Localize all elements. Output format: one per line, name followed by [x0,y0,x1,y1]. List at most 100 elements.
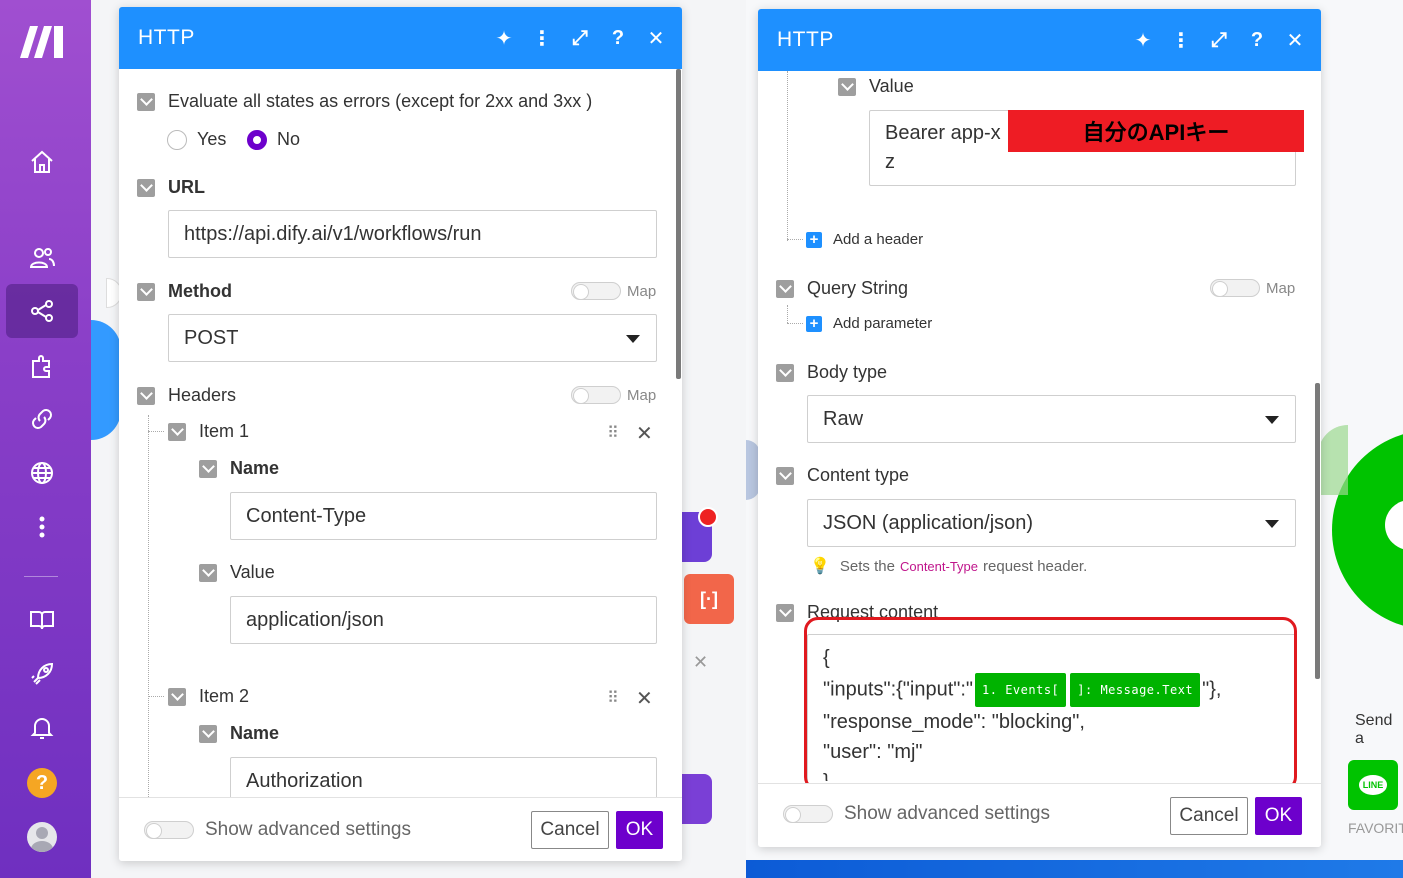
more-options-icon[interactable]: ⋮ [532,26,552,51]
favorite-label: FAVORIT [1348,820,1403,836]
headers-field-label[interactable]: Headers [137,385,236,406]
scenarios-icon[interactable] [26,295,58,327]
radio-yes[interactable]: Yes [167,129,226,150]
docs-book-icon[interactable] [26,604,58,636]
scrollbar[interactable] [676,69,681,379]
rocket-icon[interactable] [26,658,58,690]
tree-line [787,305,788,323]
hint-prefix: Sets the [839,557,895,575]
expand-icon[interactable]: ⤢ [570,27,590,50]
body-type-field-label[interactable]: Body type [776,362,887,383]
make-logo-icon[interactable] [20,24,66,60]
collapse-checkbox[interactable] [137,92,155,111]
radio-yes-button[interactable] [167,129,187,150]
collapse-checkbox[interactable] [137,386,155,405]
line-app-icon[interactable]: LINE [1348,760,1398,810]
ok-button[interactable]: OK [616,811,663,849]
advanced-settings-toggle[interactable]: Show advanced settings [144,819,411,841]
collapse-checkbox[interactable] [137,178,155,197]
help-question-icon[interactable]: ? [608,27,628,50]
map-switch[interactable] [571,386,621,404]
collapse-checkbox[interactable] [199,563,217,582]
content-type-select[interactable]: JSON (application/json) [807,499,1296,547]
item-1-name-input[interactable]: Content-Type [230,492,657,540]
header-item-1[interactable]: Item 1 [168,421,249,442]
name-label: Name [230,723,280,743]
url-field-label[interactable]: URL [137,177,205,198]
ai-sparkle-icon[interactable]: ✦ [1133,28,1153,53]
collapse-checkbox[interactable] [199,459,217,478]
connections-link-icon[interactable] [26,403,58,435]
headers-map-toggle[interactable]: Map [571,386,656,404]
item-1-value-label[interactable]: Value [199,562,275,583]
map-switch[interactable] [1210,279,1260,297]
plus-icon: + [806,315,822,332]
globe-icon[interactable] [26,457,58,489]
auth-value-label[interactable]: Value [838,76,914,97]
item-1-value-input[interactable]: application/json [230,596,657,644]
team-icon[interactable] [26,242,58,274]
url-label: URL [168,177,205,197]
collapse-checkbox[interactable] [776,363,794,382]
collapse-checkbox[interactable] [776,603,794,622]
advanced-switch[interactable] [144,821,194,839]
ai-sparkle-icon[interactable]: ✦ [494,26,514,51]
radio-no-button[interactable] [247,129,267,150]
help-question-icon[interactable]: ? [1247,29,1267,52]
advanced-label: Show advanced settings [205,819,411,840]
collapse-checkbox[interactable] [199,724,217,743]
advanced-switch[interactable] [783,805,833,823]
home-icon[interactable] [26,146,58,178]
radio-no[interactable]: No [247,129,300,150]
add-header-link[interactable]: + Add a header [806,231,923,248]
remove-item-icon[interactable]: ✕ [636,421,653,446]
bg-module-bubble [91,320,121,440]
body-type-select[interactable]: Raw [807,395,1296,443]
item-1-name-label[interactable]: Name [199,458,279,479]
collapse-checkbox[interactable] [168,687,186,706]
method-select[interactable]: POST [168,314,657,362]
bg-module-orange[interactable]: [·] [684,574,734,624]
dialog-footer: Show advanced settings Cancel OK [119,797,682,861]
more-vertical-icon[interactable] [26,511,58,543]
method-map-toggle[interactable]: Map [571,282,656,300]
collapse-checkbox[interactable] [137,282,155,301]
close-icon[interactable]: ✕ [646,26,666,51]
method-field-label[interactable]: Method [137,281,232,302]
ok-button[interactable]: OK [1255,797,1302,835]
url-input[interactable]: https://api.dify.ai/v1/workflows/run [168,210,657,258]
dialog-body[interactable]: Value Bearer app-x z 自分のAPIキー + Add a he… [758,71,1321,783]
content-type-field-label[interactable]: Content type [776,465,909,486]
collapse-checkbox[interactable] [168,422,186,441]
close-icon[interactable]: ✕ [1285,28,1305,53]
add-parameter-link[interactable]: + Add parameter [806,315,932,332]
collapse-checkbox[interactable] [776,466,794,485]
query-string-label[interactable]: Query String [776,278,908,299]
evaluate-errors-field[interactable]: Evaluate all states as errors (except fo… [137,91,592,112]
drag-handle-icon[interactable]: ⠿ [607,688,619,708]
radio-no-label: No [277,129,301,149]
bell-icon[interactable] [26,711,58,743]
dialog-body[interactable]: Evaluate all states as errors (except fo… [119,69,682,797]
close-icon[interactable]: ✕ [693,652,708,673]
remove-item-icon[interactable]: ✕ [636,686,653,711]
scrollbar[interactable] [1315,383,1320,679]
query-map-toggle[interactable]: Map [1210,279,1295,297]
bg-module-purple-2[interactable] [682,774,712,824]
expand-icon[interactable]: ⤢ [1209,29,1229,52]
drag-handle-icon[interactable]: ⠿ [607,423,619,443]
collapse-checkbox[interactable] [838,77,856,96]
item-2-name-label[interactable]: Name [199,723,279,744]
apps-puzzle-icon[interactable] [26,350,58,382]
cancel-button[interactable]: Cancel [531,811,609,849]
advanced-settings-toggle[interactable]: Show advanced settings [783,803,1050,825]
header-item-2[interactable]: Item 2 [168,686,249,707]
collapse-checkbox[interactable] [776,279,794,298]
map-switch[interactable] [571,282,621,300]
item-2-name-input[interactable]: Authorization [230,757,657,797]
avatar[interactable] [27,822,57,852]
more-options-icon[interactable]: ⋮ [1171,28,1191,53]
hint-code: Content-Type [899,558,979,574]
cancel-button[interactable]: Cancel [1170,797,1248,835]
help-icon[interactable]: ? [27,768,57,798]
